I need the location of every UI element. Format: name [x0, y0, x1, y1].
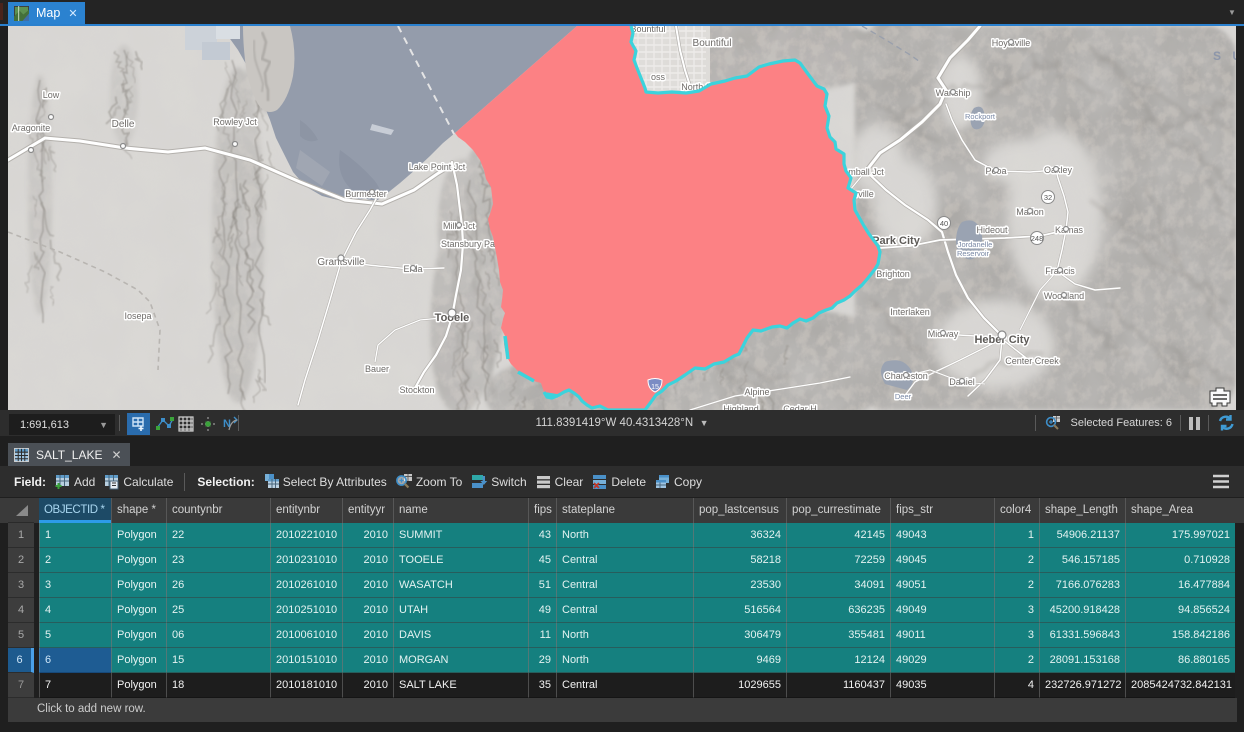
svg-text:Brighton: Brighton [876, 269, 910, 279]
svg-text:Burmester: Burmester [345, 189, 387, 199]
svg-text:Deer: Deer [895, 392, 912, 401]
svg-text:Aragonite: Aragonite [12, 123, 51, 133]
svg-text:32: 32 [1044, 193, 1052, 202]
svg-text:Kamas: Kamas [1055, 225, 1084, 235]
svg-text:Lake Point Jct: Lake Point Jct [409, 162, 466, 172]
svg-text:Iosepa: Iosepa [124, 311, 151, 321]
svg-text:Hideout: Hideout [976, 225, 1008, 235]
svg-text:40: 40 [940, 219, 948, 228]
svg-text:15: 15 [651, 384, 659, 391]
svg-text:Delle: Delle [112, 119, 135, 130]
svg-text:mball Jct: mball Jct [848, 167, 884, 177]
svg-text:S U: S U [1213, 49, 1236, 63]
svg-text:Stansbury Pa: Stansbury Pa [441, 239, 495, 249]
svg-text:Interlaken: Interlaken [890, 307, 930, 317]
svg-text:Alpine: Alpine [744, 387, 769, 397]
svg-text:Park City: Park City [872, 235, 921, 247]
svg-text:Center Creek: Center Creek [1005, 356, 1059, 366]
svg-text:Low: Low [43, 90, 60, 100]
svg-text:Stockton: Stockton [399, 385, 434, 395]
svg-text:Rockport: Rockport [965, 112, 996, 121]
svg-text:Reservoir: Reservoir [957, 249, 990, 258]
svg-text:Bauer: Bauer [365, 364, 389, 374]
svg-text:Rowley Jct: Rowley Jct [213, 117, 257, 127]
svg-text:Jordanelle: Jordanelle [958, 240, 993, 249]
svg-text:oss: oss [651, 72, 666, 82]
svg-text:Bountiful: Bountiful [693, 38, 732, 49]
svg-text:Bountiful: Bountiful [630, 26, 665, 34]
svg-text:248: 248 [1031, 234, 1044, 243]
